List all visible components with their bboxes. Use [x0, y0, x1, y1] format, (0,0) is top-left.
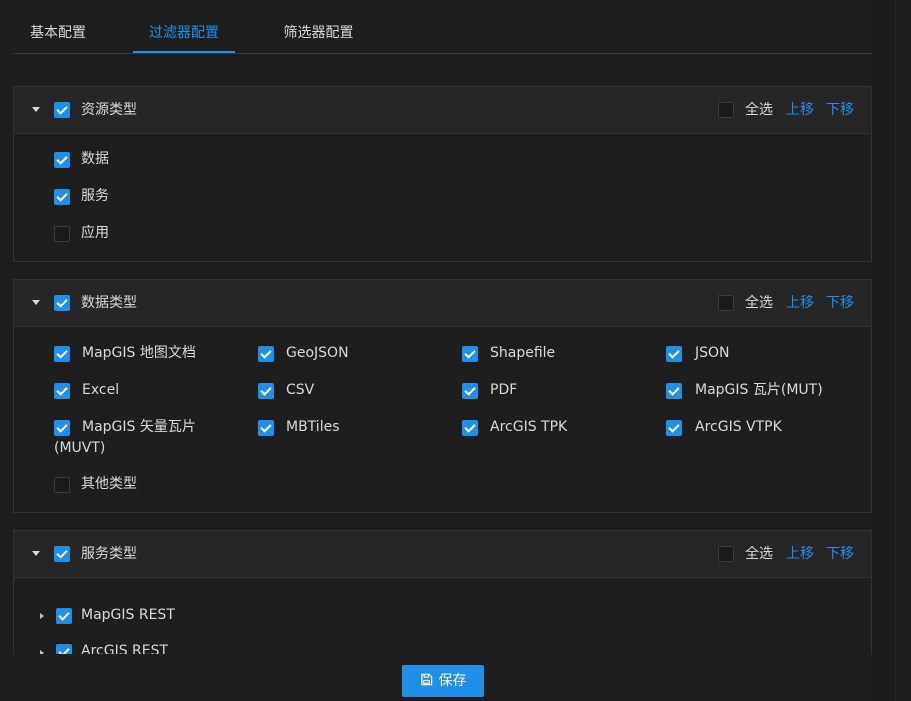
panel-header: 资源类型 全选 上移 下移: [14, 87, 871, 134]
save-button[interactable]: 保存: [402, 665, 484, 697]
select-all-label: 全选: [745, 295, 773, 311]
item-label: MBTiles: [286, 419, 340, 435]
item-checkbox[interactable]: [258, 383, 274, 399]
panel-header: 服务类型 全选 上移 下移: [14, 531, 871, 578]
config-scroll-area[interactable]: 资源类型 全选 上移 下移 数据 服务 应用 数据类型 全选 上移 下移 Map…: [13, 54, 872, 654]
item-label: ArcGIS TPK: [490, 419, 568, 435]
panel-resource-type: 资源类型 全选 上移 下移 数据 服务 应用: [13, 86, 872, 262]
collapse-arrow-icon[interactable]: [32, 551, 40, 556]
item-checkbox[interactable]: [462, 346, 478, 362]
tree-item-label: MapGIS REST: [81, 607, 175, 623]
tree-checkbox[interactable]: [56, 608, 72, 624]
panel-checkbox[interactable]: [54, 102, 70, 118]
panel-title: 数据类型: [81, 295, 137, 311]
panel-service-type: 服务类型 全选 上移 下移 MapGIS REST ArcGIS REST: [13, 530, 872, 654]
item-checkbox[interactable]: [462, 420, 478, 436]
item-label: Excel: [82, 382, 120, 398]
active-tab-indicator: [133, 51, 235, 53]
item-label: 服务: [81, 188, 109, 204]
collapse-arrow-icon[interactable]: [32, 107, 40, 112]
move-up-link[interactable]: 上移: [786, 87, 814, 133]
item-checkbox[interactable]: [666, 383, 682, 399]
item-label: GeoJSON: [286, 345, 349, 361]
move-up-link[interactable]: 上移: [786, 280, 814, 326]
item-checkbox[interactable]: [54, 420, 70, 436]
item-checkbox[interactable]: [54, 152, 70, 168]
item-checkbox[interactable]: [258, 420, 274, 436]
expand-arrow-icon[interactable]: [40, 650, 44, 654]
item-label: ArcGIS VTPK: [695, 419, 782, 435]
item-checkbox[interactable]: [462, 383, 478, 399]
select-all-label: 全选: [745, 546, 773, 562]
item-label: 其他类型: [81, 476, 137, 492]
tree-item-label: ArcGIS REST: [81, 643, 169, 654]
item-label: JSON: [695, 345, 730, 361]
item-label: MapGIS 矢量瓦片: [82, 419, 196, 435]
move-down-link[interactable]: 下移: [826, 87, 854, 133]
tab-selector-config[interactable]: 筛选器配置: [281, 13, 356, 53]
item-checkbox[interactable]: [54, 346, 70, 362]
item-checkbox[interactable]: [54, 226, 70, 242]
move-down-link[interactable]: 下移: [826, 531, 854, 577]
panel-header: 数据类型 全选 上移 下移: [14, 280, 871, 327]
panel-title: 资源类型: [81, 102, 137, 118]
item-checkbox[interactable]: [54, 477, 70, 493]
move-up-link[interactable]: 上移: [786, 531, 814, 577]
panel-checkbox[interactable]: [54, 295, 70, 311]
item-checkbox[interactable]: [54, 189, 70, 205]
item-checkbox[interactable]: [666, 420, 682, 436]
item-label-continuation: (MUVT): [54, 440, 106, 456]
select-all-checkbox[interactable]: [718, 295, 734, 311]
tab-bar: 基本配置 过滤器配置 筛选器配置: [13, 13, 872, 54]
collapse-arrow-icon[interactable]: [32, 300, 40, 305]
item-label: MapGIS 瓦片(MUT): [695, 382, 823, 398]
item-checkbox[interactable]: [666, 346, 682, 362]
select-all-checkbox[interactable]: [718, 102, 734, 118]
select-all-checkbox[interactable]: [718, 546, 734, 562]
tree-checkbox[interactable]: [56, 644, 72, 654]
item-label: MapGIS 地图文档: [82, 345, 196, 361]
expand-arrow-icon[interactable]: [40, 613, 44, 619]
select-all-label: 全选: [745, 102, 773, 118]
move-down-link[interactable]: 下移: [826, 280, 854, 326]
save-button-label: 保存: [438, 673, 467, 689]
panel-checkbox[interactable]: [54, 546, 70, 562]
item-checkbox[interactable]: [258, 346, 274, 362]
item-label: 数据: [81, 151, 109, 167]
item-label: PDF: [490, 382, 518, 398]
panel-title: 服务类型: [81, 546, 137, 562]
tab-basic-config[interactable]: 基本配置: [28, 13, 88, 53]
scrollbar-track: [872, 0, 894, 701]
panel-data-type: 数据类型 全选 上移 下移 MapGIS 地图文档 GeoJSON Shapef…: [13, 279, 872, 513]
item-label: CSV: [286, 382, 315, 398]
item-label: 应用: [81, 225, 109, 241]
tab-filter-config[interactable]: 过滤器配置: [133, 13, 235, 53]
item-label: Shapefile: [490, 345, 556, 361]
save-icon: [420, 673, 432, 686]
item-checkbox[interactable]: [54, 383, 70, 399]
